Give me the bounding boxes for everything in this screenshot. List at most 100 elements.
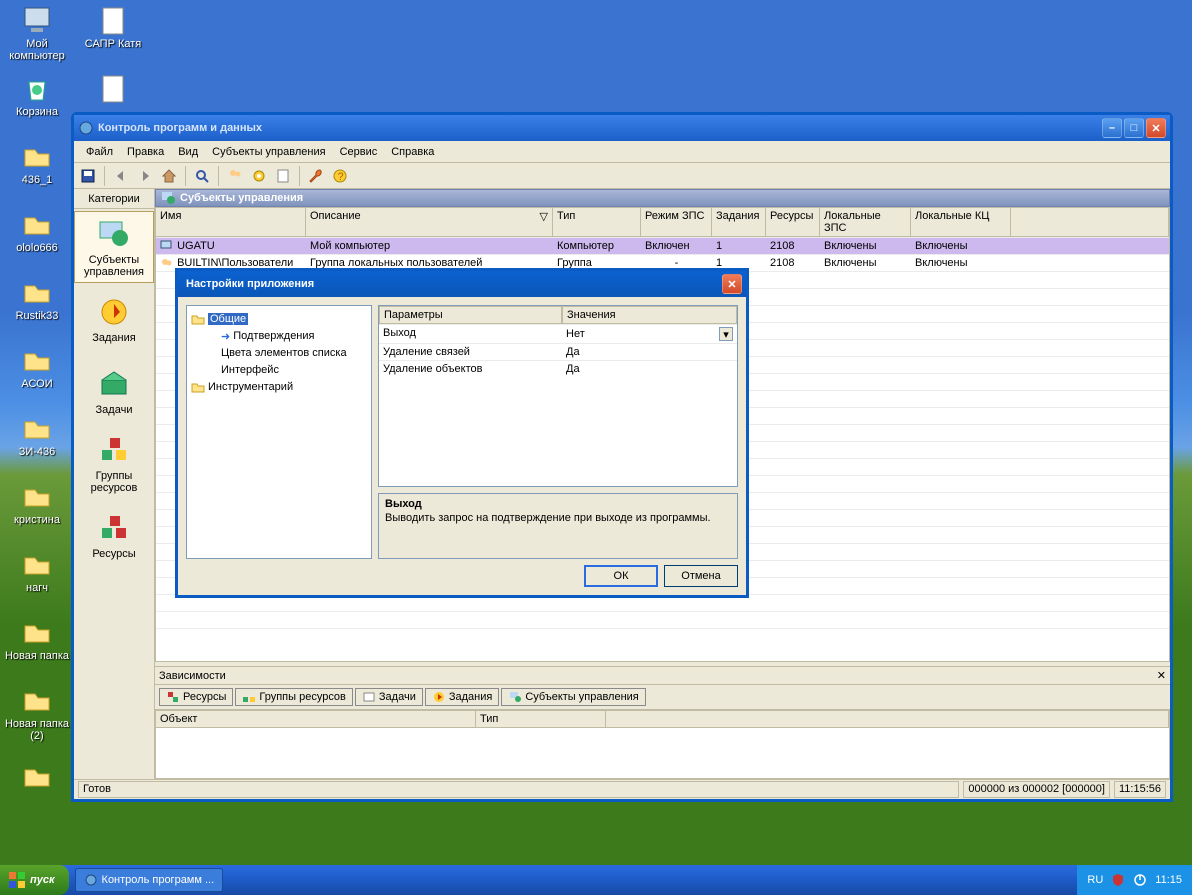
param-row[interactable]: Удаление связейДа — [379, 343, 737, 360]
dependencies-panel: Зависимости✕ Ресурсы Группы ресурсов Зад… — [155, 666, 1170, 779]
tab-tasks[interactable]: Задачи — [355, 688, 423, 706]
gear-icon[interactable] — [249, 166, 269, 186]
dialog-titlebar[interactable]: Настройки приложения ✕ — [178, 271, 746, 297]
desktop-icon-folder[interactable]: ЗИ-436 — [0, 412, 74, 458]
tree-node-confirm[interactable]: ➜ Подтверждения — [221, 328, 367, 344]
doc-icon[interactable] — [273, 166, 293, 186]
tray-shield-icon[interactable] — [1111, 873, 1125, 887]
wrench-icon[interactable] — [306, 166, 326, 186]
tree-node-colors[interactable]: Цвета элементов списка — [221, 345, 367, 361]
menu-help[interactable]: Справка — [385, 144, 440, 160]
category-panel: Категории Субъекты управления Задания За… — [74, 189, 155, 779]
group-icon — [160, 257, 174, 269]
folder-icon — [191, 380, 205, 394]
back-icon[interactable] — [111, 166, 131, 186]
desktop-icon-folder[interactable] — [0, 760, 74, 794]
language-indicator[interactable]: RU — [1087, 874, 1103, 886]
col-name[interactable]: Имя — [156, 207, 306, 237]
grid-header: Имя Описание▽ Тип Режим ЗПС Задания Ресу… — [156, 207, 1169, 237]
dep-header: Зависимости✕ — [155, 667, 1170, 685]
save-icon[interactable] — [78, 166, 98, 186]
col-lkc[interactable]: Локальные КЦ — [911, 207, 1011, 237]
status-time: 11:15:56 — [1114, 781, 1166, 798]
col-type[interactable]: Тип — [553, 207, 641, 237]
folder-open-icon — [191, 312, 205, 326]
col-desc[interactable]: Описание▽ — [306, 207, 553, 237]
col-tasks[interactable]: Задания — [712, 207, 766, 237]
desktop-icon-my-computer[interactable]: Мой компьютер — [0, 4, 74, 62]
menu-edit[interactable]: Правка — [121, 144, 170, 160]
status-bar: Готов 000000 из 000002 [000000] 11:15:56 — [74, 779, 1170, 799]
desktop-background: Мой компьютер САПР Катя Корзина 436_1 ol… — [0, 0, 1192, 895]
tree-node-interface[interactable]: Интерфейс — [221, 362, 367, 378]
help-icon[interactable]: ? — [330, 166, 350, 186]
category-res-groups[interactable]: Группы ресурсов — [74, 427, 154, 499]
app-icon — [78, 120, 94, 136]
tab-res-groups[interactable]: Группы ресурсов — [235, 688, 353, 706]
category-tasks[interactable]: Задачи — [74, 355, 154, 427]
tab-subjects[interactable]: Субъекты управления — [501, 688, 645, 706]
tray-volume-icon[interactable] — [1133, 873, 1147, 887]
minimize-button[interactable]: – — [1102, 118, 1122, 138]
tab-jobs[interactable]: Задания — [425, 688, 499, 706]
clock[interactable]: 11:15 — [1155, 874, 1182, 886]
category-jobs[interactable]: Задания — [74, 283, 154, 355]
desktop-icon-folder[interactable]: АСОИ — [0, 344, 74, 390]
computer-icon — [160, 240, 174, 252]
dep-col-type[interactable]: Тип — [476, 710, 606, 728]
desktop-icon-folder[interactable]: 436_1 — [0, 140, 74, 186]
app-icon — [84, 873, 98, 887]
table-row[interactable]: UGATU Мой компьютер Компьютер Включен 1 … — [156, 237, 1169, 254]
param-description: Выход Выводить запрос на подтверждение п… — [378, 493, 738, 559]
col-res[interactable]: Ресурсы — [766, 207, 820, 237]
param-row[interactable]: ВыходНет▾ — [379, 324, 737, 343]
param-row[interactable]: Удаление объектовДа — [379, 360, 737, 377]
menu-view[interactable]: Вид — [172, 144, 204, 160]
system-tray: RU 11:15 — [1077, 865, 1192, 895]
tree-node-general[interactable]: Общие — [191, 311, 367, 327]
param-col-value[interactable]: Значения — [562, 306, 737, 324]
chevron-down-icon[interactable]: ▾ — [719, 327, 733, 341]
desktop-icon-folder[interactable]: Rustik33 — [0, 276, 74, 322]
desktop-icon-folder[interactable]: Новая папка — [0, 616, 74, 662]
dep-col-object[interactable]: Объект — [156, 710, 476, 728]
desktop-icon-folder[interactable]: кристина — [0, 480, 74, 526]
menu-subjects[interactable]: Субъекты управления — [206, 144, 331, 160]
desktop-icon-doc[interactable] — [76, 72, 150, 106]
param-col-name[interactable]: Параметры — [379, 306, 562, 324]
users-icon[interactable] — [225, 166, 245, 186]
taskbar-app-button[interactable]: Контроль программ ... — [75, 868, 224, 892]
category-subjects[interactable]: Субъекты управления — [74, 211, 154, 283]
pane-header: Субъекты управления — [155, 189, 1170, 207]
desktop-icon-folder[interactable]: нагч — [0, 548, 74, 594]
desktop-icon-folder[interactable]: Новая папка (2) — [0, 684, 74, 742]
search-icon[interactable] — [192, 166, 212, 186]
desktop-icon-recycle[interactable]: Корзина — [0, 72, 74, 118]
param-grid: Параметры Значения ВыходНет▾ Удаление св… — [378, 305, 738, 487]
dep-tabs: Ресурсы Группы ресурсов Задачи Задания С… — [155, 685, 1170, 709]
tab-resources[interactable]: Ресурсы — [159, 688, 233, 706]
menu-file[interactable]: Файл — [80, 144, 119, 160]
cancel-button[interactable]: Отмена — [664, 565, 738, 587]
forward-icon[interactable] — [135, 166, 155, 186]
col-zps[interactable]: Режим ЗПС — [641, 207, 712, 237]
titlebar[interactable]: Контроль программ и данных – □ ✕ — [74, 115, 1170, 141]
settings-dialog: Настройки приложения ✕ Общие ➜ Подтвержд… — [175, 268, 749, 598]
dialog-close-button[interactable]: ✕ — [722, 274, 742, 294]
col-lzps[interactable]: Локальные ЗПС — [820, 207, 911, 237]
desktop-icon-folder[interactable]: ololo666 — [0, 208, 74, 254]
start-button[interactable]: пуск — [0, 865, 69, 895]
close-icon[interactable]: ✕ — [1157, 669, 1166, 682]
menu-service[interactable]: Сервис — [334, 144, 384, 160]
home-icon[interactable] — [159, 166, 179, 186]
status-ready: Готов — [78, 781, 959, 798]
subject-icon — [160, 190, 176, 206]
close-button[interactable]: ✕ — [1146, 118, 1166, 138]
categories-header: Категории — [74, 189, 154, 209]
ok-button[interactable]: ОК — [584, 565, 658, 587]
tree-node-tools[interactable]: Инструментарий — [191, 379, 367, 395]
category-resources[interactable]: Ресурсы — [74, 499, 154, 571]
desktop-icon-sapr[interactable]: САПР Катя — [76, 4, 150, 50]
dialog-title: Настройки приложения — [186, 278, 314, 290]
maximize-button[interactable]: □ — [1124, 118, 1144, 138]
